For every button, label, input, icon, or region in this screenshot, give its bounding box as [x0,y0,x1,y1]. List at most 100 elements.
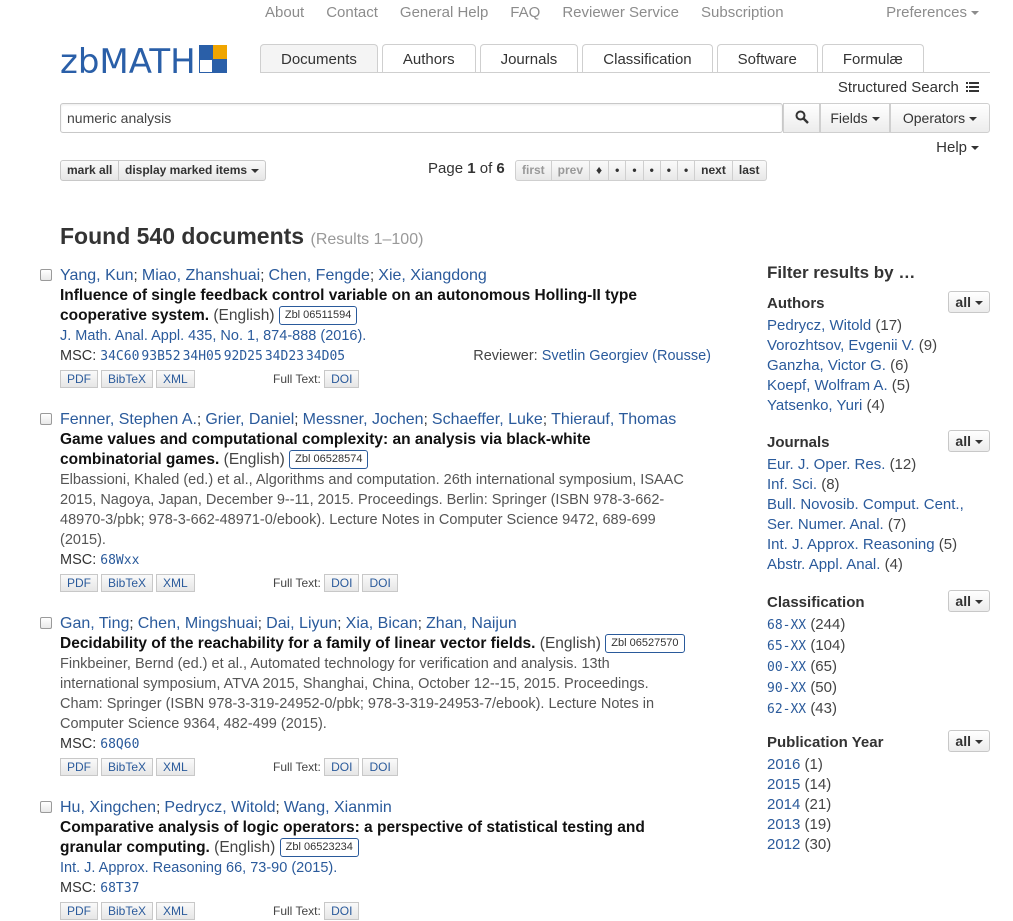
select-checkbox[interactable] [40,617,52,629]
mark-all-button[interactable]: mark all [60,160,120,181]
doi-button[interactable]: DOI [362,574,398,592]
topnav-contact[interactable]: Contact [326,4,378,21]
author-link[interactable]: Dai, Liyun [266,615,337,632]
msc-code-link[interactable]: 34C60 [100,349,139,364]
display-marked-button[interactable]: display marked items [119,160,267,181]
source-link[interactable]: J. Math. Anal. Appl. 435, No. 1, 874-888… [60,328,366,344]
topnav-subscription[interactable]: Subscription [701,4,784,21]
tab-documents[interactable]: Documents [260,44,378,73]
author-link[interactable]: Thierauf, Thomas [551,411,676,428]
bibtex-button[interactable]: BibTeX [101,758,154,776]
zbl-badge[interactable]: Zbl 06511594 [278,306,358,326]
filter-link[interactable]: Koepf, Wolfram A. [767,377,888,394]
filter-link[interactable]: Bull. Novosib. Comput. Cent., [767,496,964,513]
pager-first[interactable]: first [515,160,552,181]
doi-button[interactable]: DOI [362,758,398,776]
tab-journals[interactable]: Journals [479,44,579,73]
pager-page-current[interactable]: ♦ [590,160,610,181]
select-checkbox[interactable] [40,413,52,425]
logo-text[interactable]: zbMATH [60,42,196,82]
search-button[interactable] [783,103,820,133]
zbl-badge[interactable]: Zbl 06523234 [279,838,359,858]
author-link[interactable]: Messner, Jochen [303,411,424,428]
operators-dropdown[interactable]: Operators [890,103,990,133]
select-checkbox[interactable] [40,801,52,813]
result-title[interactable]: Influence of single feedback control var… [60,286,720,326]
topnav-general-help[interactable]: General Help [400,4,488,21]
xml-button[interactable]: XML [156,574,195,592]
author-link[interactable]: Chen, Mingshuai [138,615,258,632]
filter-link[interactable]: Yatsenko, Yuri [767,397,862,414]
preferences-menu[interactable]: Preferences [886,4,979,21]
xml-button[interactable]: XML [156,370,195,388]
filter-link[interactable]: Vorozhtsov, Evgenii V. [767,337,915,354]
tab-formulae[interactable]: Formulæ [821,44,924,73]
help-menu[interactable]: Help [936,139,979,156]
structured-search-link[interactable]: Structured Search [838,79,979,97]
xml-button[interactable]: XML [156,902,195,920]
author-link[interactable]: Gan, Ting [60,615,129,632]
msc-code-link[interactable]: 34H05 [183,349,222,364]
search-input[interactable]: numeric analysis [60,103,783,133]
pdf-button[interactable]: PDF [60,574,98,592]
doi-button[interactable]: DOI [324,758,360,776]
filter-link[interactable]: Pedrycz, Witold [767,317,871,334]
pdf-button[interactable]: PDF [60,370,98,388]
result-title[interactable]: Decidability of the reachability for a f… [60,634,720,654]
filter-link[interactable]: 68-XX [767,618,806,633]
bibtex-button[interactable]: BibTeX [101,370,154,388]
filter-link[interactable]: Ser. Numer. Anal. [767,516,884,533]
author-link[interactable]: Fenner, Stephen A. [60,411,197,428]
filter-link[interactable]: Int. J. Approx. Reasoning [767,536,935,553]
filter-link[interactable]: 65-XX [767,639,806,654]
zbl-badge[interactable]: Zbl 06527570 [605,634,685,654]
doi-button[interactable]: DOI [324,574,360,592]
fields-dropdown[interactable]: Fields [820,103,890,133]
author-link[interactable]: Schaeffer, Luke [432,411,543,428]
doi-button[interactable]: DOI [324,370,360,388]
filter-all-dropdown[interactable]: all [948,430,990,452]
zbl-badge[interactable]: Zbl 06528574 [289,450,369,470]
filter-link[interactable]: 00-XX [767,660,806,675]
msc-code-link[interactable]: 34D05 [306,349,345,364]
filter-link[interactable]: Abstr. Appl. Anal. [767,556,880,573]
pdf-button[interactable]: PDF [60,902,98,920]
xml-button[interactable]: XML [156,758,195,776]
filter-link[interactable]: Inf. Sci. [767,476,817,493]
filter-link[interactable]: 62-XX [767,702,806,717]
author-link[interactable]: Grier, Daniel [205,411,294,428]
pager-last[interactable]: last [732,160,767,181]
author-link[interactable]: Yang, Kun [60,267,134,284]
author-link[interactable]: Miao, Zhanshuai [142,267,260,284]
pager-next[interactable]: next [695,160,733,181]
filter-link[interactable]: 2012 [767,836,800,853]
filter-link[interactable]: Ganzha, Victor G. [767,357,886,374]
msc-code-link[interactable]: 92D25 [224,349,263,364]
author-link[interactable]: Wang, Xianmin [284,799,392,816]
pager-prev[interactable]: prev [551,160,591,181]
author-link[interactable]: Zhan, Naijun [426,615,517,632]
msc-code-link[interactable]: 34D23 [265,349,304,364]
pager-page[interactable]: • [660,160,678,181]
author-link[interactable]: Chen, Fengde [269,267,370,284]
tab-software[interactable]: Software [716,44,818,73]
msc-code-link[interactable]: 93B52 [141,349,180,364]
filter-link[interactable]: 2014 [767,796,800,813]
filter-all-dropdown[interactable]: all [948,590,990,612]
result-title[interactable]: Game values and computational complexity… [60,430,720,470]
pager-page[interactable]: • [643,160,661,181]
tab-authors[interactable]: Authors [381,44,476,73]
filter-all-dropdown[interactable]: all [948,291,990,313]
result-title[interactable]: Comparative analysis of logic operators:… [60,818,720,858]
filter-link[interactable]: 2015 [767,776,800,793]
author-link[interactable]: Xia, Bican [346,615,418,632]
pdf-button[interactable]: PDF [60,758,98,776]
msc-code-link[interactable]: 68Wxx [100,553,139,568]
topnav-reviewer-service[interactable]: Reviewer Service [562,4,679,21]
reviewer-link[interactable]: Svetlin Georgiev (Rousse) [542,348,711,364]
msc-code-link[interactable]: 68T37 [100,881,139,896]
pager-page[interactable]: • [677,160,696,181]
filter-link[interactable]: Eur. J. Oper. Res. [767,456,885,473]
bibtex-button[interactable]: BibTeX [101,902,154,920]
filter-link[interactable]: 2016 [767,756,800,773]
